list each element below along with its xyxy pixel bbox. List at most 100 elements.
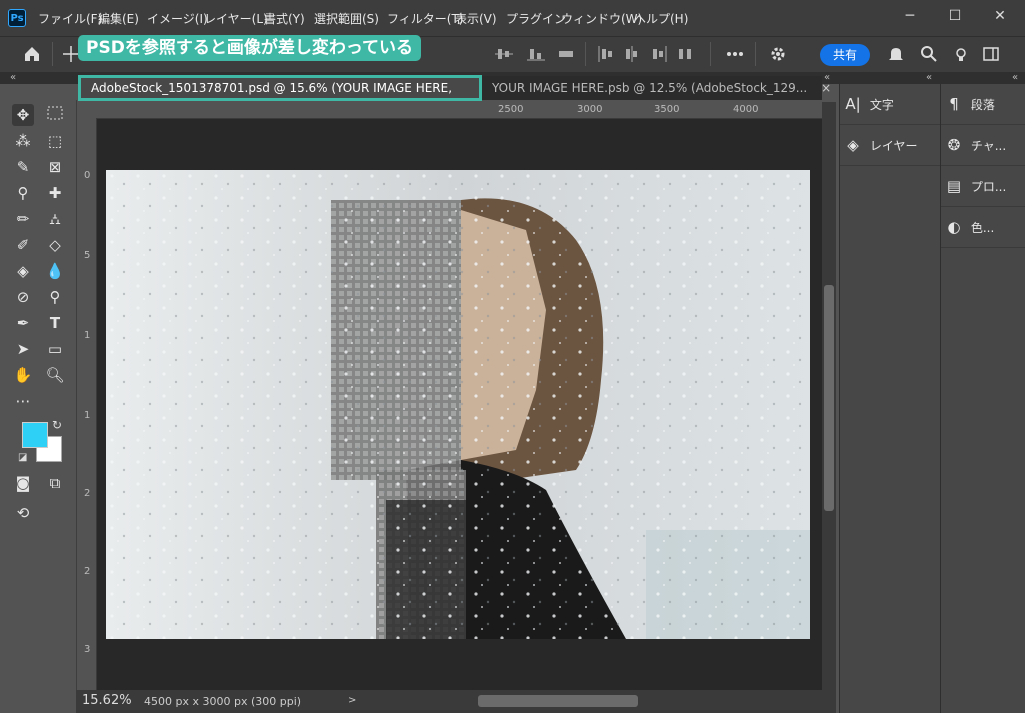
maximize-button[interactable]: ☐ <box>945 6 965 26</box>
menu-layer[interactable]: レイヤー(L) <box>204 10 268 27</box>
collapse-toolbar-icon[interactable]: « <box>10 72 16 83</box>
panel-character[interactable]: A| 文字 <box>840 84 940 125</box>
path-selection-tool-icon[interactable]: ➤ <box>12 338 34 360</box>
distribute-center-icon[interactable] <box>623 45 641 63</box>
panel-dock-1: A| 文字 ◈ レイヤー <box>839 84 940 713</box>
ruler-tick: 3500 <box>654 104 680 115</box>
ruler-tick: 3 <box>84 644 91 655</box>
search-icon[interactable] <box>920 45 938 63</box>
ruler-tick: 2 <box>84 566 91 577</box>
photo-woman-behind-rain-glass <box>106 170 810 639</box>
menu-view[interactable]: 表示(V) <box>455 10 497 27</box>
horizontal-scrollbar-thumb[interactable] <box>478 695 638 707</box>
distribute-left-icon[interactable] <box>597 45 615 63</box>
share-button[interactable]: 共有 <box>820 44 870 66</box>
ruler-tick: 3000 <box>577 104 603 115</box>
document-size-info[interactable]: 4500 px x 3000 px (300 ppi) <box>144 695 301 708</box>
status-menu-arrow-icon[interactable]: > <box>348 695 356 706</box>
pen-tool-icon[interactable]: ✒ <box>12 312 34 334</box>
brush-tool-icon[interactable]: ✏ <box>12 208 34 230</box>
panel-paragraph[interactable]: ¶ 段落 <box>941 84 1025 125</box>
home-icon[interactable] <box>23 45 41 63</box>
swap-colors-icon[interactable]: ↻ <box>52 418 62 432</box>
menu-filter[interactable]: フィルター(T) <box>387 10 463 27</box>
annotation-callout: PSDを参照すると画像が差し変わっている <box>78 35 421 61</box>
foreground-color-swatch[interactable] <box>22 422 48 448</box>
menu-window[interactable]: ウィンドウ(W) <box>561 10 642 27</box>
move-tool-icon[interactable]: ✥ <box>12 104 34 126</box>
ruler-tick: 4000 <box>733 104 759 115</box>
sponge-tool-icon[interactable]: ⚲ <box>44 286 66 308</box>
menu-select[interactable]: 選択範囲(S) <box>314 10 379 27</box>
zoom-tool-icon[interactable]: 🔍︎ <box>44 364 66 386</box>
close-window-button[interactable]: ✕ <box>990 6 1010 26</box>
dodge-tool-icon[interactable]: ⊘ <box>12 286 34 308</box>
default-colors-icon[interactable]: ◪ <box>18 452 27 463</box>
distribute-spacing-icon[interactable] <box>676 45 694 63</box>
align-bottom-icon[interactable] <box>527 45 545 63</box>
blur-tool-icon[interactable]: 💧 <box>44 260 66 282</box>
paragraph-icon: ¶ <box>949 95 959 113</box>
tab-active-document[interactable]: AdobeStock_1501378701.psd @ 15.6% (YOUR … <box>78 75 482 115</box>
tab-label: YOUR IMAGE HERE.psb @ 12.5% (AdobeStock_… <box>492 81 808 95</box>
panel-adjustments[interactable]: ◐ 色... <box>941 207 1025 248</box>
document-image[interactable] <box>106 170 810 639</box>
more-options-icon[interactable] <box>726 45 744 63</box>
paint-bucket-tool-icon[interactable]: ◈ <box>12 260 34 282</box>
vertical-scrollbar-thumb[interactable] <box>824 285 834 511</box>
menu-edit[interactable]: 編集(E) <box>98 10 139 27</box>
panel-dock-2: ¶ 段落 ❂ チャ... ▤ プロ... ◐ 色... <box>940 84 1025 713</box>
crop-frame-tool-icon[interactable]: ⊠ <box>44 156 66 178</box>
layers-icon: ◈ <box>847 136 859 154</box>
divider <box>585 42 586 66</box>
panel-channels[interactable]: ❂ チャ... <box>941 125 1025 166</box>
tab-inactive-document[interactable]: YOUR IMAGE HERE.psb @ 12.5% (AdobeStock_… <box>488 76 831 100</box>
quick-mask-icon[interactable]: ◙ <box>12 472 34 494</box>
distribute-icon[interactable] <box>557 45 575 63</box>
eraser-tool-icon[interactable]: ◇ <box>44 234 66 256</box>
healing-brush-tool-icon[interactable]: ✚ <box>44 182 66 204</box>
eyedropper-tool-icon[interactable]: ⚲ <box>12 182 34 204</box>
panel-properties[interactable]: ▤ プロ... <box>941 166 1025 207</box>
horizontal-ruler <box>80 102 822 119</box>
align-vertical-center-icon[interactable] <box>495 45 513 63</box>
workspace-layout-icon[interactable] <box>982 45 1000 63</box>
panel-label: 段落 <box>970 98 995 112</box>
object-selection-tool-icon[interactable]: ⁂ <box>12 130 34 152</box>
ruler-tick: 2500 <box>498 104 524 115</box>
distribute-right-icon[interactable] <box>650 45 668 63</box>
screen-mode-icon[interactable]: ⧉ <box>44 472 66 494</box>
type-tool-icon[interactable]: T <box>44 312 66 334</box>
ruler-tick: 0 <box>84 170 91 181</box>
collapse-panels-icon[interactable]: « <box>1012 72 1018 83</box>
hand-tool-icon[interactable]: ✋ <box>12 364 34 386</box>
discover-lightbulb-icon[interactable] <box>952 45 970 63</box>
collapse-panels-icon[interactable]: « <box>926 72 932 83</box>
panel-label: 文字 <box>869 98 894 112</box>
divider <box>52 42 53 66</box>
menu-help[interactable]: ヘルプ(H) <box>634 10 688 27</box>
menu-file[interactable]: ファイル(F) <box>38 10 102 27</box>
marquee-tool-icon[interactable] <box>44 104 66 126</box>
menu-image[interactable]: イメージ(I) <box>147 10 208 27</box>
tab-close-icon[interactable]: × <box>821 81 831 95</box>
notification-bell-icon[interactable] <box>887 45 905 63</box>
lasso-tool-icon[interactable]: ⬚ <box>44 130 66 152</box>
zoom-level[interactable]: 15.62% <box>82 693 132 708</box>
panel-label: 色... <box>970 221 995 235</box>
panel-layers[interactable]: ◈ レイヤー <box>840 125 940 166</box>
minimize-button[interactable]: ─ <box>900 6 920 26</box>
menu-plugins[interactable]: プラグイン <box>506 10 566 27</box>
quick-selection-tool-icon[interactable]: ✎ <box>12 156 34 178</box>
ruler-tick: 5 <box>84 250 91 261</box>
edit-toolbar-icon[interactable]: ⋯ <box>12 390 34 412</box>
history-brush-tool-icon[interactable]: ✐ <box>12 234 34 256</box>
generative-fill-icon[interactable]: ⟲ <box>12 502 34 524</box>
properties-icon: ▤ <box>946 177 962 195</box>
adjustments-icon: ◐ <box>947 218 961 236</box>
menu-type[interactable]: 書式(Y) <box>264 10 305 27</box>
panel-label: プロ... <box>970 180 1007 194</box>
clone-stamp-tool-icon[interactable]: ⛼ <box>44 208 66 230</box>
gear-icon[interactable] <box>769 45 787 63</box>
rectangle-tool-icon[interactable]: ▭ <box>44 338 66 360</box>
